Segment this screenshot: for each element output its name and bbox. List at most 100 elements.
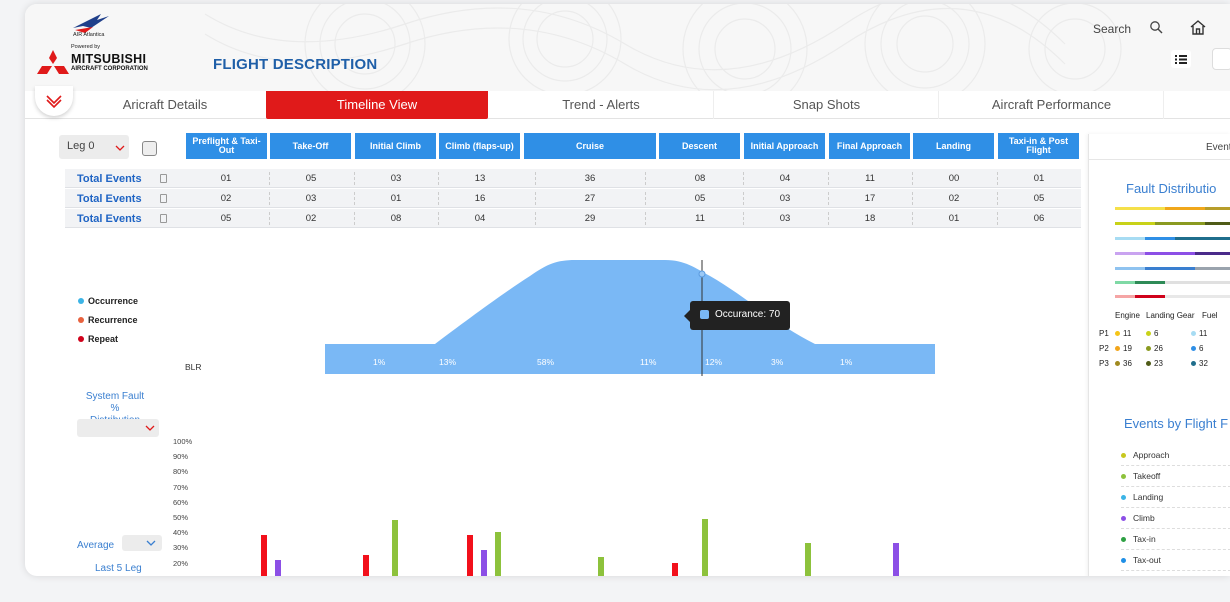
phase-item[interactable]: Takeoff <box>1121 466 1230 487</box>
event-count: 01 <box>220 173 232 184</box>
event-count: 18 <box>864 213 876 224</box>
list-view-icon[interactable] <box>1171 50 1191 68</box>
chevron-down-icon <box>115 145 125 151</box>
fault-value-text: 11 <box>1199 329 1208 338</box>
event-count: 13 <box>474 173 486 184</box>
event-count: 00 <box>948 173 960 184</box>
y-tick-label: 40% <box>173 528 189 538</box>
fault-value-text: 32 <box>1199 359 1208 368</box>
status-dot <box>1146 361 1151 366</box>
tab-bar: Aricraft Details Timeline View Trend - A… <box>25 91 1230 119</box>
event-count: 01 <box>390 193 402 204</box>
event-count: 05 <box>694 193 706 204</box>
tab-trend-alerts[interactable]: Trend - Alerts <box>489 91 714 119</box>
phase-header[interactable]: Take-Off <box>270 133 351 159</box>
bar[interactable] <box>805 542 811 576</box>
segment-percent: 11% <box>640 357 657 367</box>
bar[interactable] <box>261 535 267 576</box>
segment-percent: 13% <box>439 357 456 367</box>
event-row[interactable]: Total Events 02 03 01 16 27 05 03 17 02 05 <box>65 189 1081 208</box>
phase-header[interactable]: Initial Climb <box>355 133 436 159</box>
right-panel-title: Event <box>1206 142 1230 153</box>
bar[interactable] <box>481 550 487 576</box>
fault-value: 19 <box>1115 344 1132 353</box>
event-row[interactable]: Total Events 05 02 08 04 29 11 03 18 01 06 <box>65 209 1081 228</box>
system-fault-select[interactable] <box>77 419 159 437</box>
column-fuel: Fuel <box>1202 311 1218 320</box>
event-count: 03 <box>390 173 402 184</box>
document-icon[interactable] <box>160 194 167 203</box>
event-count: 17 <box>864 193 876 204</box>
document-icon[interactable] <box>160 214 167 223</box>
phase-header[interactable]: Final Approach <box>829 133 910 159</box>
y-tick-label: 70% <box>173 482 189 492</box>
chevron-down-icon <box>146 540 156 546</box>
phase-header[interactable]: Descent <box>659 133 740 159</box>
phase-item-label: Landing <box>1133 492 1164 502</box>
phase-item-label: Tax-in <box>1133 534 1156 544</box>
fault-value: 32 <box>1191 359 1208 368</box>
phase-header[interactable]: Climb (flaps-up) <box>439 133 520 159</box>
phase-header[interactable]: Preflight & Taxi-Out <box>186 133 267 159</box>
fault-value: 6 <box>1191 344 1203 353</box>
phase-header[interactable]: Initial Approach <box>744 133 825 159</box>
bar[interactable] <box>702 518 708 576</box>
event-count: 04 <box>474 213 486 224</box>
average-select[interactable] <box>122 535 162 551</box>
bar[interactable] <box>467 535 473 576</box>
side-panel-button[interactable] <box>1212 48 1230 70</box>
header-pattern <box>204 4 1122 91</box>
phase-item[interactable]: Climb <box>1121 508 1230 529</box>
fault-value: 11 <box>1115 329 1131 338</box>
phase-item[interactable]: Tax-in <box>1121 529 1230 550</box>
bar[interactable] <box>392 520 398 576</box>
y-tick-label: 90% <box>173 452 189 462</box>
tab-aircraft-details[interactable]: Aricraft Details <box>65 91 265 119</box>
event-row[interactable]: Total Events 01 05 03 13 36 08 04 11 00 01 <box>65 169 1081 188</box>
fault-value-text: 11 <box>1123 329 1132 338</box>
powered-by: Powered by <box>71 44 101 50</box>
fault-distribution-title: Fault Distributio <box>1126 181 1217 196</box>
segment-percent: 1% <box>373 357 386 367</box>
bar[interactable] <box>672 562 678 576</box>
search-label[interactable]: Search <box>1093 22 1131 36</box>
timeline-area-chart: 1% 13% 58% 11% 12% 3% 1% <box>325 260 935 376</box>
collapse-header-button[interactable] <box>35 86 73 116</box>
legend-repeat: Repeat <box>88 334 119 344</box>
phase-item[interactable]: Landing <box>1121 487 1230 508</box>
event-count: 08 <box>694 173 706 184</box>
bar[interactable] <box>598 556 604 576</box>
phase-header[interactable]: Taxi-in & Post Flight <box>998 133 1079 159</box>
event-count: 02 <box>948 193 960 204</box>
segment-percent: 3% <box>771 357 784 367</box>
phase-dot <box>1121 558 1126 563</box>
tab-snap-shots[interactable]: Snap Shots <box>715 91 939 119</box>
y-tick-label: 80% <box>173 467 189 477</box>
bar[interactable] <box>495 532 501 576</box>
fault-value-text: 6 <box>1199 344 1204 353</box>
bar[interactable] <box>893 542 899 576</box>
mitsubishi-logo-icon <box>37 50 69 74</box>
average-label: Average <box>77 540 115 551</box>
bar[interactable] <box>275 559 281 576</box>
tab-aircraft-performance[interactable]: Aircraft Performance <box>940 91 1164 119</box>
document-icon[interactable] <box>160 174 167 183</box>
tooltip-text: Occurance: 70 <box>715 309 781 320</box>
search-icon[interactable] <box>1149 20 1163 34</box>
maker-name: MITSUBISHI <box>71 52 147 66</box>
event-row-label: Total Events <box>77 213 142 225</box>
home-icon[interactable] <box>1189 19 1207 36</box>
fault-row-label: P3 <box>1099 359 1109 368</box>
last-5-leg-label: Last 5 Leg <box>95 563 142 574</box>
fault-value-text: 26 <box>1154 344 1163 353</box>
phase-header[interactable]: Cruise <box>524 133 656 159</box>
event-count: 03 <box>779 193 791 204</box>
phase-dot <box>1121 474 1126 479</box>
bar[interactable] <box>363 555 369 576</box>
tab-timeline-view[interactable]: Timeline View <box>266 91 488 119</box>
segment-percent: 58% <box>537 357 554 367</box>
phase-item[interactable]: Approach <box>1121 445 1230 466</box>
phase-header[interactable]: Landing <box>913 133 994 159</box>
phase-item[interactable]: Tax-out <box>1121 550 1230 571</box>
notes-button[interactable] <box>142 141 157 156</box>
